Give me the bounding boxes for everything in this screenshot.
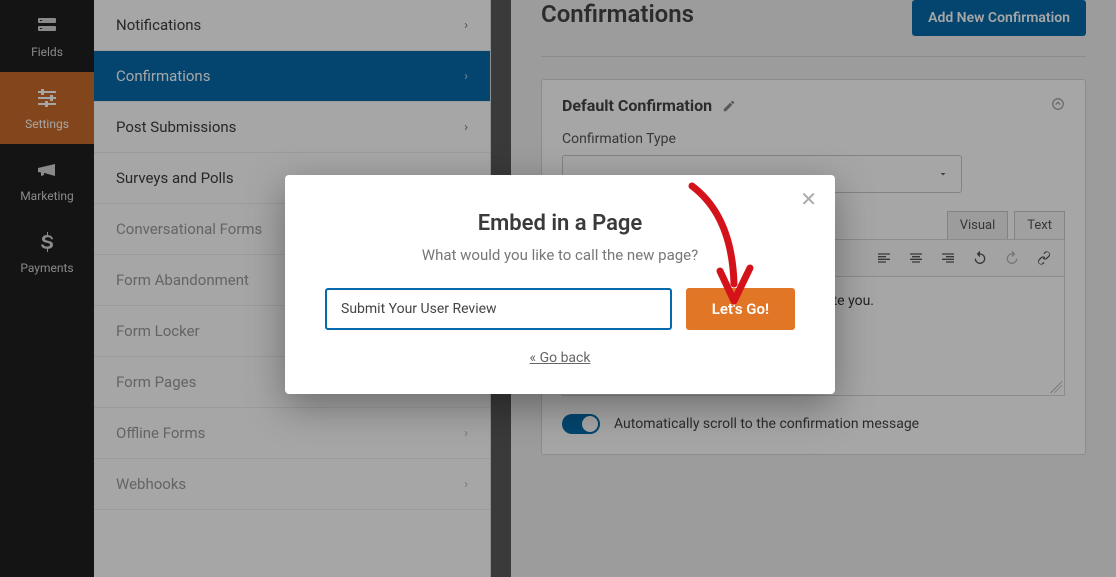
modal-subtitle: What would you like to call the new page… (325, 246, 795, 264)
modal-title: Embed in a Page (325, 211, 795, 236)
page-name-input[interactable] (325, 288, 672, 330)
go-back-link[interactable]: « Go back (530, 350, 591, 366)
lets-go-button[interactable]: Let's Go! (686, 288, 795, 330)
embed-modal: ✕ Embed in a Page What would you like to… (285, 175, 835, 394)
modal-form-row: Let's Go! (325, 288, 795, 330)
close-icon[interactable]: ✕ (800, 187, 817, 211)
